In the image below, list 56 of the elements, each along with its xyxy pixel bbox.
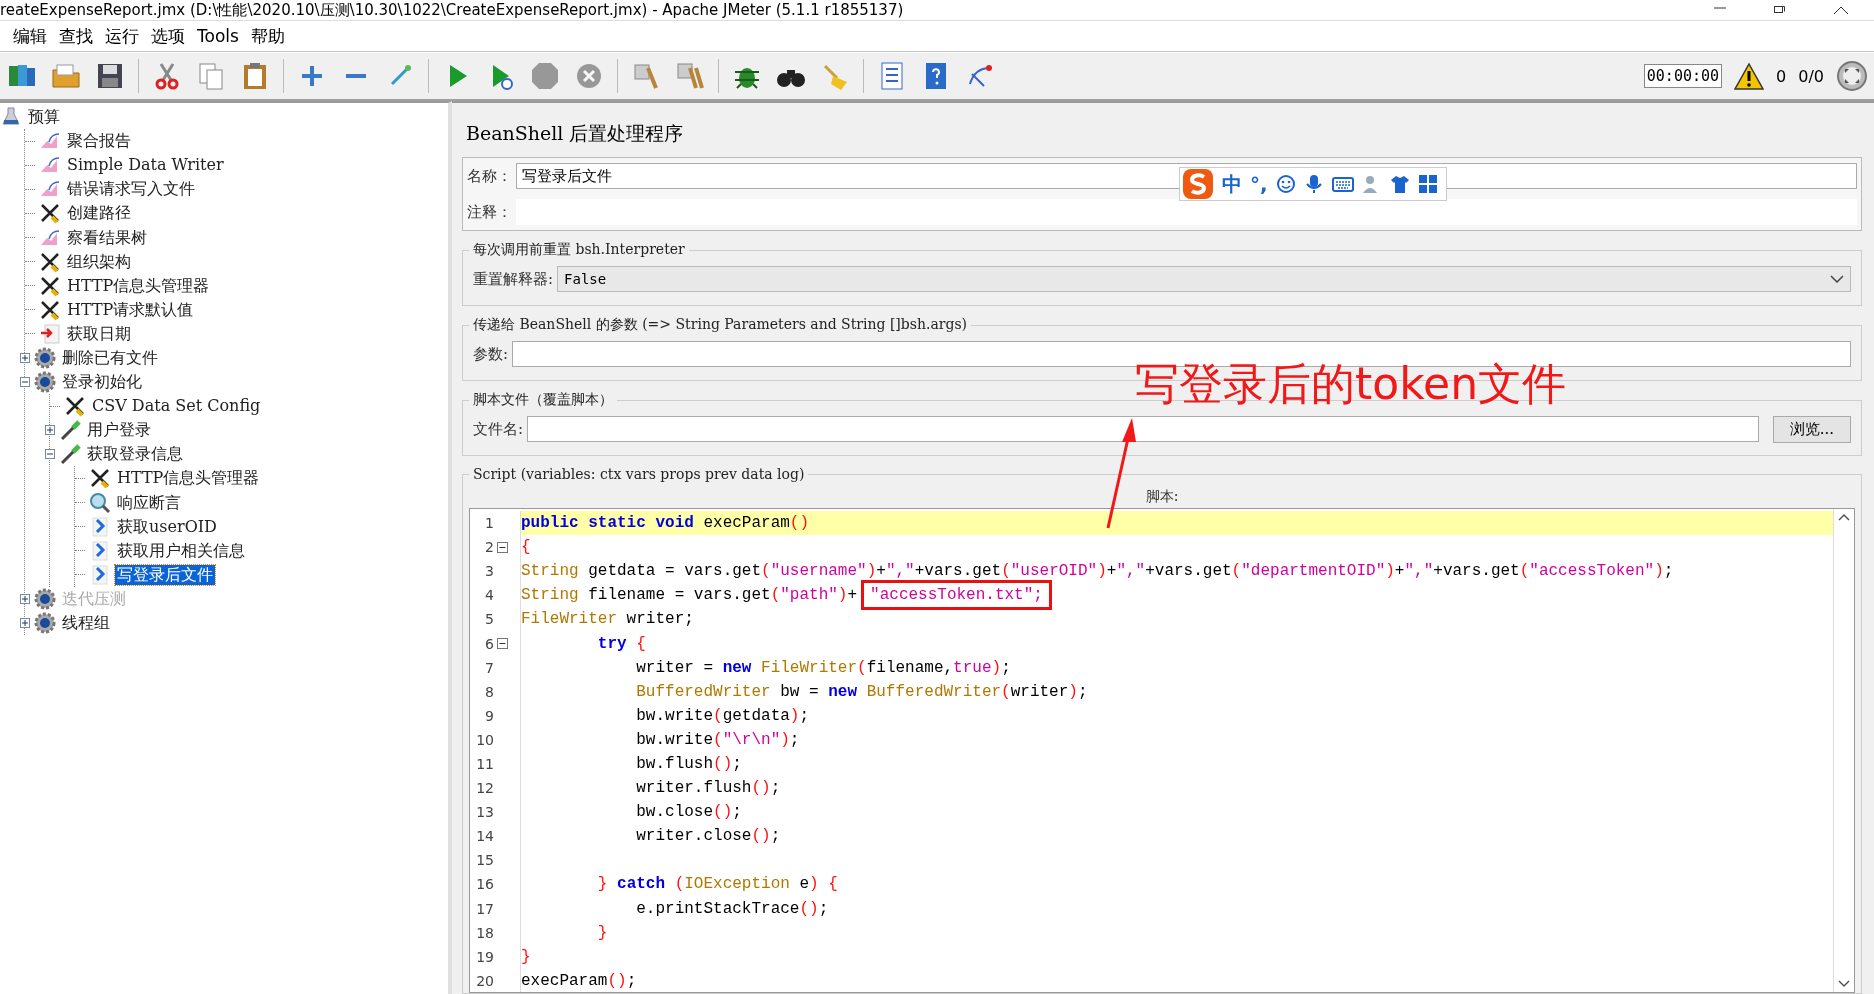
line-number: 13 bbox=[475, 804, 494, 821]
field-label: 注释： bbox=[467, 202, 512, 222]
line-number: 19 bbox=[475, 948, 494, 965]
window-title: reateExpenseReport.jmx (D:\性能\2020.10\压测\10.30\1022\CreateExpenseReport.jmx) - Apache JMeter (5.1.1 r1855137) bbox=[0, 1, 905, 19]
line-number: 12 bbox=[475, 780, 494, 797]
panel-title: BeanShell 后置处理程序 bbox=[466, 121, 684, 146]
code-line: } bbox=[521, 947, 531, 966]
annotation-text: 写登录后的token文件 bbox=[1135, 357, 1567, 411]
line-number: 5 bbox=[484, 611, 494, 628]
group-title: 传递给 BeanShell 的参数 (=> String Parameters and String []bsh.args) bbox=[472, 316, 969, 334]
line-number: 10 bbox=[475, 731, 494, 748]
code-line: try { bbox=[596, 634, 646, 653]
field-label: 脚本: bbox=[1145, 488, 1179, 506]
code-line: { bbox=[521, 538, 531, 557]
group-title: 脚本文件（覆盖脚本） bbox=[472, 391, 614, 409]
line-number: 2 bbox=[484, 539, 494, 556]
code-line: } bbox=[596, 923, 608, 942]
code-line: bw.write(getdata); bbox=[635, 706, 810, 725]
line-number: 3 bbox=[484, 563, 494, 580]
error-count: 0 bbox=[1776, 66, 1787, 86]
field-label: 参数: bbox=[473, 344, 509, 364]
line-number: 11 bbox=[475, 756, 494, 772]
code-line: public static void execParam() bbox=[521, 514, 810, 533]
code-line: String getdata = vars.get("username")+","+vars.get("userOID")+","+vars.get("departmentOID")+","+vars.get("accessToken"); bbox=[521, 562, 1674, 581]
line-number: 8 bbox=[484, 683, 494, 700]
code-line: bw.flush(); bbox=[635, 755, 742, 773]
thread-count: 0/0 bbox=[1798, 66, 1824, 86]
group-title: 每次调用前重置 bsh.Interpreter bbox=[472, 241, 686, 259]
field-label: 重置解释器: bbox=[473, 269, 554, 289]
line-number: 16 bbox=[475, 876, 494, 893]
line-number: 20 bbox=[475, 972, 494, 989]
code-line: writer.close(); bbox=[635, 827, 781, 846]
line-number: 4 bbox=[484, 587, 494, 604]
line-number: 6 bbox=[484, 635, 494, 652]
code-line: bw.write("\r\n"); bbox=[635, 730, 800, 749]
code-line: writer = new FileWriter(filename,true); bbox=[635, 658, 1011, 677]
line-number: 15 bbox=[475, 852, 494, 869]
line-number: 18 bbox=[475, 924, 494, 941]
code-line: BufferedWriter bw = new BufferedWriter(writer); bbox=[635, 682, 1088, 701]
line-number: 7 bbox=[484, 659, 494, 676]
code-line: e.printStackTrace(); bbox=[635, 899, 829, 918]
code-line: writer.flush(); bbox=[635, 779, 781, 798]
field-label: 名称： bbox=[467, 166, 512, 186]
code-line: String filename = vars.get("path")+ bbox=[521, 586, 858, 605]
line-number: 14 bbox=[475, 828, 494, 845]
code-line: FileWriter writer; bbox=[521, 610, 694, 629]
highlighted-code: "accessToken.txt"; bbox=[861, 580, 1052, 611]
line-number: 1 bbox=[484, 515, 494, 532]
elapsed-time: 00:00:00 bbox=[1643, 64, 1723, 88]
code-line: execParam(); bbox=[521, 971, 637, 990]
line-number: 17 bbox=[475, 900, 494, 917]
group-title: Script (variables: ctx vars props prev data log) bbox=[472, 466, 806, 482]
code-line: bw.close(); bbox=[635, 803, 742, 822]
line-number: 9 bbox=[484, 707, 494, 724]
code-line: } catch (IOException e) { bbox=[596, 875, 838, 894]
field-label: 文件名: bbox=[473, 419, 524, 439]
